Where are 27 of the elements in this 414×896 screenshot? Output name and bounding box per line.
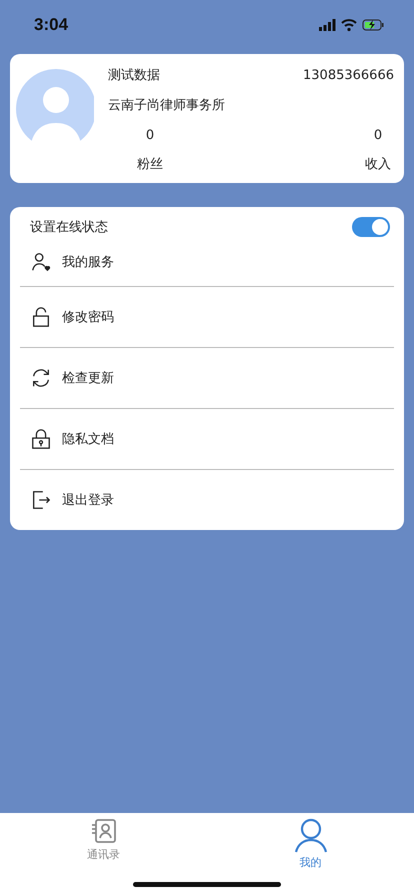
unlocked-padlock-icon	[30, 306, 52, 328]
user-name: 测试数据	[108, 67, 160, 84]
refresh-icon	[30, 367, 52, 389]
signal-icon	[319, 18, 336, 32]
stat-value: 0	[374, 128, 382, 143]
law-firm-name: 云南子尚律师事务所	[108, 97, 225, 114]
online-status-toggle[interactable]	[352, 217, 390, 237]
logout-icon	[30, 489, 52, 511]
menu-item[interactable]: 隐私文档	[20, 408, 394, 469]
stat-label: 粉丝	[137, 156, 163, 173]
contact-book-icon	[90, 817, 118, 845]
menu-item[interactable]: 检查更新	[20, 347, 394, 408]
person-icon	[292, 817, 328, 853]
stat-label: 收入	[365, 156, 391, 173]
tab[interactable]: 我的	[270, 817, 350, 870]
online-status-label: 设置在线状态	[30, 219, 108, 236]
charging-battery-icon	[362, 19, 384, 31]
menu-item[interactable]: 我的服务	[20, 237, 394, 286]
phone-number: 13085366666	[303, 68, 394, 82]
menu-item[interactable]: 修改密码	[20, 286, 394, 347]
tab[interactable]: 通讯录	[64, 817, 144, 870]
stat-value: 0	[146, 128, 154, 143]
padlock-icon	[30, 428, 52, 450]
menu-item[interactable]: 退出登录	[20, 469, 394, 530]
wifi-icon	[341, 18, 357, 32]
status-time: 3:04	[34, 15, 68, 35]
user-heart-icon	[30, 250, 52, 272]
